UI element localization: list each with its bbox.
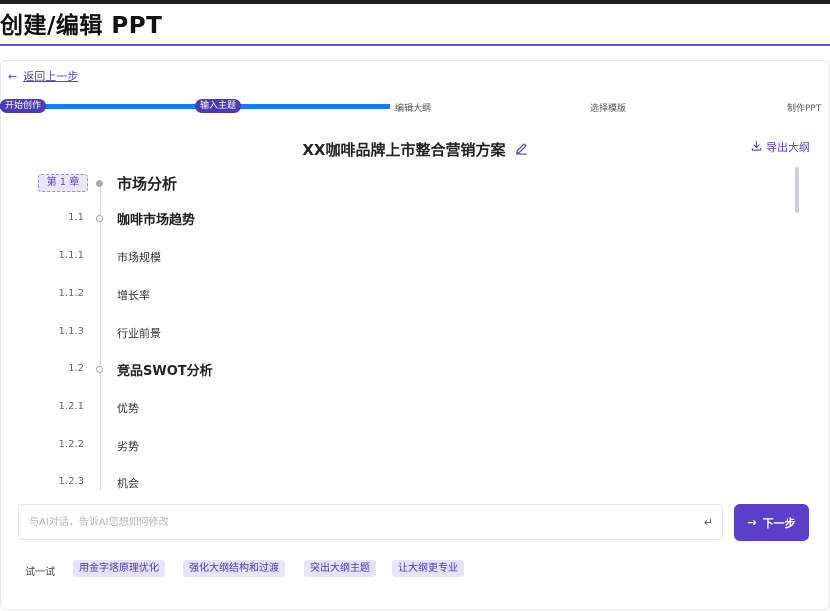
pencil-icon[interactable]: [515, 141, 528, 159]
arrow-right-icon: →: [747, 516, 757, 529]
suggestion-chip[interactable]: 强化大纲结构和过渡: [183, 560, 285, 577]
outline-item-text: 优势: [117, 402, 139, 415]
outline-item[interactable]: 1.2.1 优势: [0, 400, 800, 420]
outline-item-number: 1.1.1: [58, 250, 84, 261]
arrow-left-icon: ←: [8, 69, 18, 83]
window-top-bar: [0, 0, 830, 4]
outline-item[interactable]: 1.1 咖啡市场趋势: [0, 210, 800, 230]
step-label-3: 编辑大纲: [395, 104, 432, 114]
outline-item-number: 1.1: [68, 212, 84, 223]
chapter-dot: [96, 180, 103, 187]
outline-item[interactable]: 1.2.2 劣势: [0, 438, 800, 458]
outline-item-number: 1.2.1: [58, 401, 84, 412]
back-link[interactable]: ← 返回上一步: [8, 68, 78, 84]
export-outline-label: 导出大纲: [766, 141, 810, 154]
outline-item-number: 1.2.2: [58, 439, 84, 450]
outline-chapter[interactable]: 第 1 章 市场分析: [0, 174, 800, 194]
outline-item[interactable]: 1.1.1 市场规模: [0, 249, 800, 269]
suggestion-chip[interactable]: 用金字塔原理优化: [73, 560, 165, 577]
outline-item-number: 1.1.3: [58, 326, 84, 337]
next-step-label: 下一步: [762, 516, 796, 530]
back-link-label: 返回上一步: [23, 70, 79, 83]
outline-item-text: 市场分析: [117, 175, 178, 193]
download-icon: [751, 140, 762, 154]
step-label-5: 制作PPT: [787, 104, 822, 114]
document-title-bar: XX咖啡品牌上市整合营销方案: [0, 139, 830, 160]
next-step-button[interactable]: → 下一步: [734, 504, 809, 541]
outline-item-text: 行业前景: [117, 327, 161, 340]
outline-item-text: 劣势: [117, 440, 139, 453]
outline-item-text: 机会: [117, 477, 139, 490]
export-outline-button[interactable]: 导出大纲: [751, 139, 810, 155]
outline-scrollbar[interactable]: [795, 167, 799, 213]
step-pill-1[interactable]: 开始创作: [0, 99, 47, 113]
outline-item-text: 增长率: [117, 289, 150, 302]
outline-item[interactable]: 1.1.2 增长率: [0, 287, 800, 307]
outline-item-text: 市场规模: [117, 251, 161, 264]
document-title: XX咖啡品牌上市整合营销方案: [302, 141, 506, 159]
outline-item-text: 竞品SWOT分析: [117, 364, 213, 379]
enter-icon[interactable]: ↵: [704, 516, 713, 529]
chat-input[interactable]: [19, 505, 699, 539]
section-dot: [96, 215, 103, 222]
chapter-badge: 第 1 章: [38, 174, 88, 192]
step-pill-2[interactable]: 输入主题: [195, 99, 242, 113]
outline-item-number: 1.2.3: [58, 476, 84, 487]
title-divider: [0, 44, 830, 46]
outline-item-text: 咖啡市场趋势: [117, 213, 196, 228]
suggestion-chip[interactable]: 突出大纲主题: [304, 560, 376, 577]
chat-input-box: ↵: [18, 504, 723, 540]
outline-item[interactable]: 1.2 竞品SWOT分析: [0, 361, 800, 381]
outline-item-number: 1.2: [68, 363, 84, 374]
suggestion-chip[interactable]: 让大纲更专业: [392, 560, 464, 577]
outline-item-number: 1.1.2: [58, 288, 84, 299]
outline-tree: 第 1 章 市场分析 1.1 咖啡市场趋势 1.1.1 市场规模 1.1.2 增…: [0, 165, 800, 490]
outline-item[interactable]: 1.1.3 行业前景: [0, 325, 800, 345]
step-label-4: 选择模版: [590, 104, 627, 114]
page-title: 创建/编辑 PPT: [0, 13, 163, 39]
section-dot: [96, 366, 103, 373]
outline-item[interactable]: 1.2.3 机会: [0, 475, 800, 490]
progress-stepper: 开始创作 输入主题 编辑大纲 选择模版 制作PPT: [0, 99, 830, 115]
suggestions-label: 试一试: [25, 567, 55, 578]
